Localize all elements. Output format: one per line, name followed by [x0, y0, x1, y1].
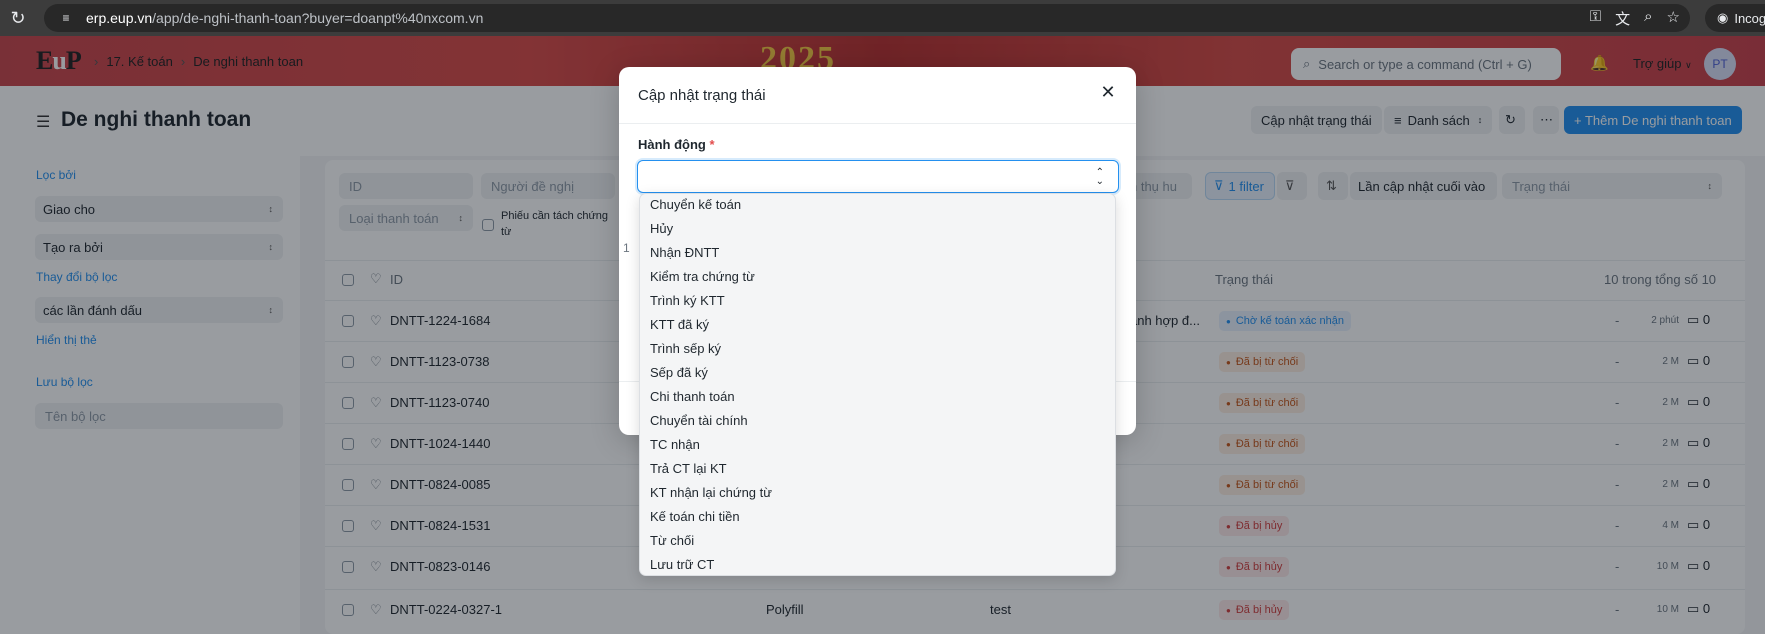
- url-host: erp.eup.vn: [86, 10, 153, 26]
- reload-icon[interactable]: ↻: [0, 0, 36, 36]
- dialog-field-marker: 1: [623, 241, 630, 255]
- zoom-icon[interactable]: ⌕: [1644, 8, 1652, 29]
- option-item[interactable]: Chuyển tài chính: [650, 411, 748, 431]
- dialog-title: Cập nhật trạng thái: [638, 87, 766, 104]
- action-select[interactable]: ⌃ ⌄: [637, 160, 1119, 193]
- option-item[interactable]: Kế toán chi tiền: [650, 507, 740, 527]
- action-field-label: Hành động *: [638, 137, 715, 152]
- chevron-updown-icon: ⌃ ⌄: [1095, 167, 1104, 187]
- option-item[interactable]: Lưu trữ CT: [650, 555, 714, 575]
- dialog-header-divider: [619, 123, 1136, 124]
- url-path: /app/de-nghi-thanh-toan?buyer=doanpt%40n…: [152, 10, 484, 26]
- action-label-text: Hành động: [638, 137, 706, 152]
- browser-toolbar: ↻ ≡ erp.eup.vn/app/de-nghi-thanh-toan?bu…: [0, 0, 1765, 36]
- option-item[interactable]: Trình ký KTT: [650, 291, 725, 311]
- action-options-list: Chuyển kế toán Hủy Nhận ĐNTT Kiểm tra ch…: [639, 193, 1116, 576]
- option-item[interactable]: Chi thanh toán: [650, 387, 735, 407]
- incognito-badge[interactable]: ◉ Incog: [1705, 4, 1765, 32]
- option-item[interactable]: Nhận ĐNTT: [650, 243, 719, 263]
- option-item[interactable]: Hủy: [650, 219, 673, 239]
- address-bar[interactable]: ≡ erp.eup.vn/app/de-nghi-thanh-toan?buye…: [44, 4, 1690, 32]
- translate-icon[interactable]: 文: [1615, 8, 1630, 29]
- bookmark-star-icon[interactable]: ☆: [1667, 8, 1680, 29]
- key-icon[interactable]: ⚿: [1590, 8, 1601, 29]
- option-item[interactable]: KTT đã ký: [650, 315, 709, 335]
- option-item[interactable]: Chuyển kế toán: [650, 195, 741, 215]
- incognito-icon: ◉: [1717, 10, 1729, 25]
- required-marker: *: [709, 137, 715, 152]
- option-item[interactable]: KT nhận lại chứng từ: [650, 483, 772, 503]
- option-item[interactable]: TC nhận: [650, 435, 700, 455]
- incognito-label: Incog: [1734, 10, 1765, 26]
- option-item[interactable]: Từ chối: [650, 531, 694, 551]
- option-item[interactable]: Sếp đã ký: [650, 363, 708, 383]
- option-item[interactable]: Trả CT lại KT: [650, 459, 727, 479]
- close-icon[interactable]: ✕: [1097, 81, 1119, 103]
- option-item[interactable]: Kiểm tra chứng từ: [650, 267, 755, 287]
- option-item[interactable]: Trình sếp ký: [650, 339, 721, 359]
- site-settings-icon[interactable]: ≡: [58, 10, 74, 26]
